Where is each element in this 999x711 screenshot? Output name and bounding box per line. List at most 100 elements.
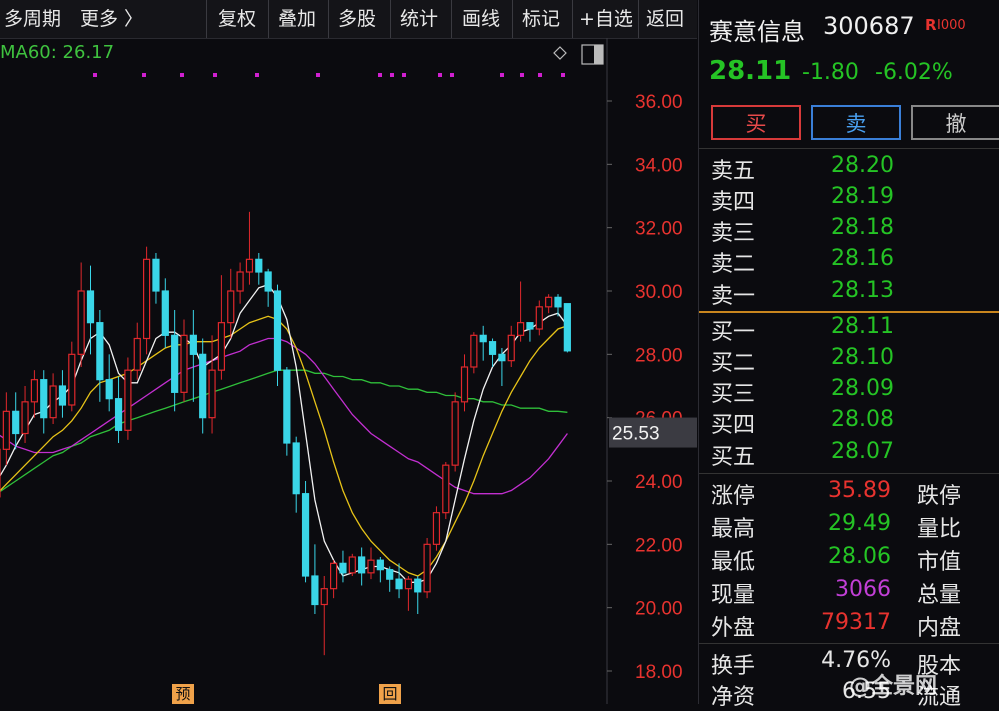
candle-body xyxy=(217,322,225,371)
candle-body xyxy=(21,401,29,435)
cursor-price-label: 25.53 xyxy=(612,424,660,445)
candle-body xyxy=(30,379,38,403)
candle-body xyxy=(535,306,543,330)
candle-body xyxy=(516,322,525,336)
outer-volume-value: 79317 xyxy=(821,610,891,635)
sell-button[interactable]: 卖 xyxy=(811,105,901,140)
bid-ask-divider xyxy=(699,311,999,313)
event-dot xyxy=(538,73,542,77)
ask-label: 卖四 xyxy=(711,190,756,215)
toolbar-divider xyxy=(328,0,329,38)
ma10-line xyxy=(0,315,568,577)
bid-label: 买二 xyxy=(711,351,756,376)
event-dot xyxy=(316,73,320,77)
toolbar-divider xyxy=(451,0,452,38)
bid-label: 买五 xyxy=(711,445,756,470)
candle-body xyxy=(180,334,188,393)
limit-up-value: 35.89 xyxy=(828,478,891,503)
candle-body xyxy=(414,578,422,593)
candle-body xyxy=(208,369,216,419)
statistics-button[interactable]: 统计 xyxy=(400,0,438,38)
kline-chart[interactable]: 36.0034.0032.0030.0028.0026.0024.0022.00… xyxy=(0,38,697,704)
candle-body xyxy=(358,556,366,574)
candle-body xyxy=(442,464,450,514)
event-dot xyxy=(378,73,382,77)
ask-row: 卖三 28.18 xyxy=(711,215,991,246)
market-cap-label: 市值 xyxy=(917,550,962,575)
multi-period-button[interactable]: 多周期 xyxy=(4,0,61,38)
ask-price: 28.13 xyxy=(831,278,894,303)
volume-ratio-label: 量比 xyxy=(917,517,962,542)
candle-body xyxy=(86,290,95,324)
event-dot xyxy=(255,73,259,77)
bid-price: 28.11 xyxy=(831,314,894,339)
buy-button[interactable]: 买 xyxy=(711,105,801,140)
draw-line-button[interactable]: 画线 xyxy=(462,0,500,38)
preview-marker[interactable]: 预 xyxy=(172,684,194,704)
divider xyxy=(699,148,999,149)
candle-body xyxy=(245,258,254,273)
more-menu-button[interactable]: 更多 〉 xyxy=(80,0,143,38)
candle-body xyxy=(2,410,10,450)
candle-body xyxy=(199,353,207,419)
ask-row: 卖二 28.16 xyxy=(711,246,991,277)
candle-body xyxy=(488,341,497,355)
restore-rights-button[interactable]: 复权 xyxy=(218,0,256,38)
ask-label: 卖五 xyxy=(711,159,756,184)
candle-body xyxy=(283,369,291,444)
candle-body xyxy=(255,258,263,273)
candle-body xyxy=(554,296,562,308)
panel-toggle-icon-fill xyxy=(594,45,603,64)
bid-row: 买二 28.10 xyxy=(711,345,991,376)
candle-body xyxy=(58,385,67,406)
price-axis-label: 20.00 xyxy=(635,599,683,620)
bid-label: 买三 xyxy=(711,382,756,407)
candle-body xyxy=(40,379,48,419)
low-label: 最低 xyxy=(711,550,756,575)
candle-body xyxy=(460,366,469,403)
event-dot xyxy=(402,73,406,77)
bid-row: 买四 28.08 xyxy=(711,407,991,438)
candle-body xyxy=(77,290,85,355)
cancel-order-button[interactable]: 撤 xyxy=(911,105,999,140)
bid-row: 买一 28.11 xyxy=(711,314,991,345)
bid-row: 买五 28.07 xyxy=(711,439,991,470)
outer-volume-label: 外盘 xyxy=(711,616,756,641)
candle-body xyxy=(563,303,571,352)
candle-body xyxy=(133,337,141,371)
review-marker[interactable]: 回 xyxy=(379,684,401,704)
bid-label: 买一 xyxy=(711,320,756,345)
price-axis-label: 36.00 xyxy=(635,92,683,113)
candle-body xyxy=(189,334,197,355)
limit-down-label: 跌停 xyxy=(917,484,962,509)
candle-body xyxy=(105,379,113,400)
chart-toolbar: 多周期 更多 〉 复权 叠加 多股 统计 画线 标记 +自选 返回 xyxy=(0,0,697,39)
candle-body xyxy=(236,271,244,292)
ask-label: 卖三 xyxy=(711,221,756,246)
candle-body xyxy=(432,512,441,545)
event-dot xyxy=(180,73,184,77)
multi-stock-button[interactable]: 多股 xyxy=(338,0,376,38)
bid-price: 28.08 xyxy=(831,407,894,432)
candle-body xyxy=(171,334,179,393)
candle-body xyxy=(507,334,515,362)
candle-body xyxy=(114,398,123,431)
stock-code: 300687 xyxy=(823,12,915,40)
quote-panel: 赛意信息 300687 R I000 28.11 -1.80 -6.02% 买 … xyxy=(698,0,999,710)
toolbar-divider xyxy=(512,0,513,38)
event-dot xyxy=(390,73,394,77)
market-badge: R xyxy=(925,16,937,34)
toolbar-divider xyxy=(638,0,639,38)
candle-body xyxy=(339,562,347,574)
toolbar-divider xyxy=(572,0,573,38)
price-axis-label: 28.00 xyxy=(635,345,683,366)
candle-body xyxy=(227,290,235,324)
bid-label: 买四 xyxy=(711,413,756,438)
total-volume-label: 总量 xyxy=(917,583,962,608)
candle-body xyxy=(423,543,431,593)
kline-chart-area[interactable]: 36.0034.0032.0030.0028.0026.0024.0022.00… xyxy=(0,38,697,704)
back-button[interactable]: 返回 xyxy=(646,0,684,38)
overlay-button[interactable]: 叠加 xyxy=(278,0,316,38)
mark-button[interactable]: 标记 xyxy=(522,0,560,38)
add-watchlist-button[interactable]: +自选 xyxy=(579,0,633,38)
